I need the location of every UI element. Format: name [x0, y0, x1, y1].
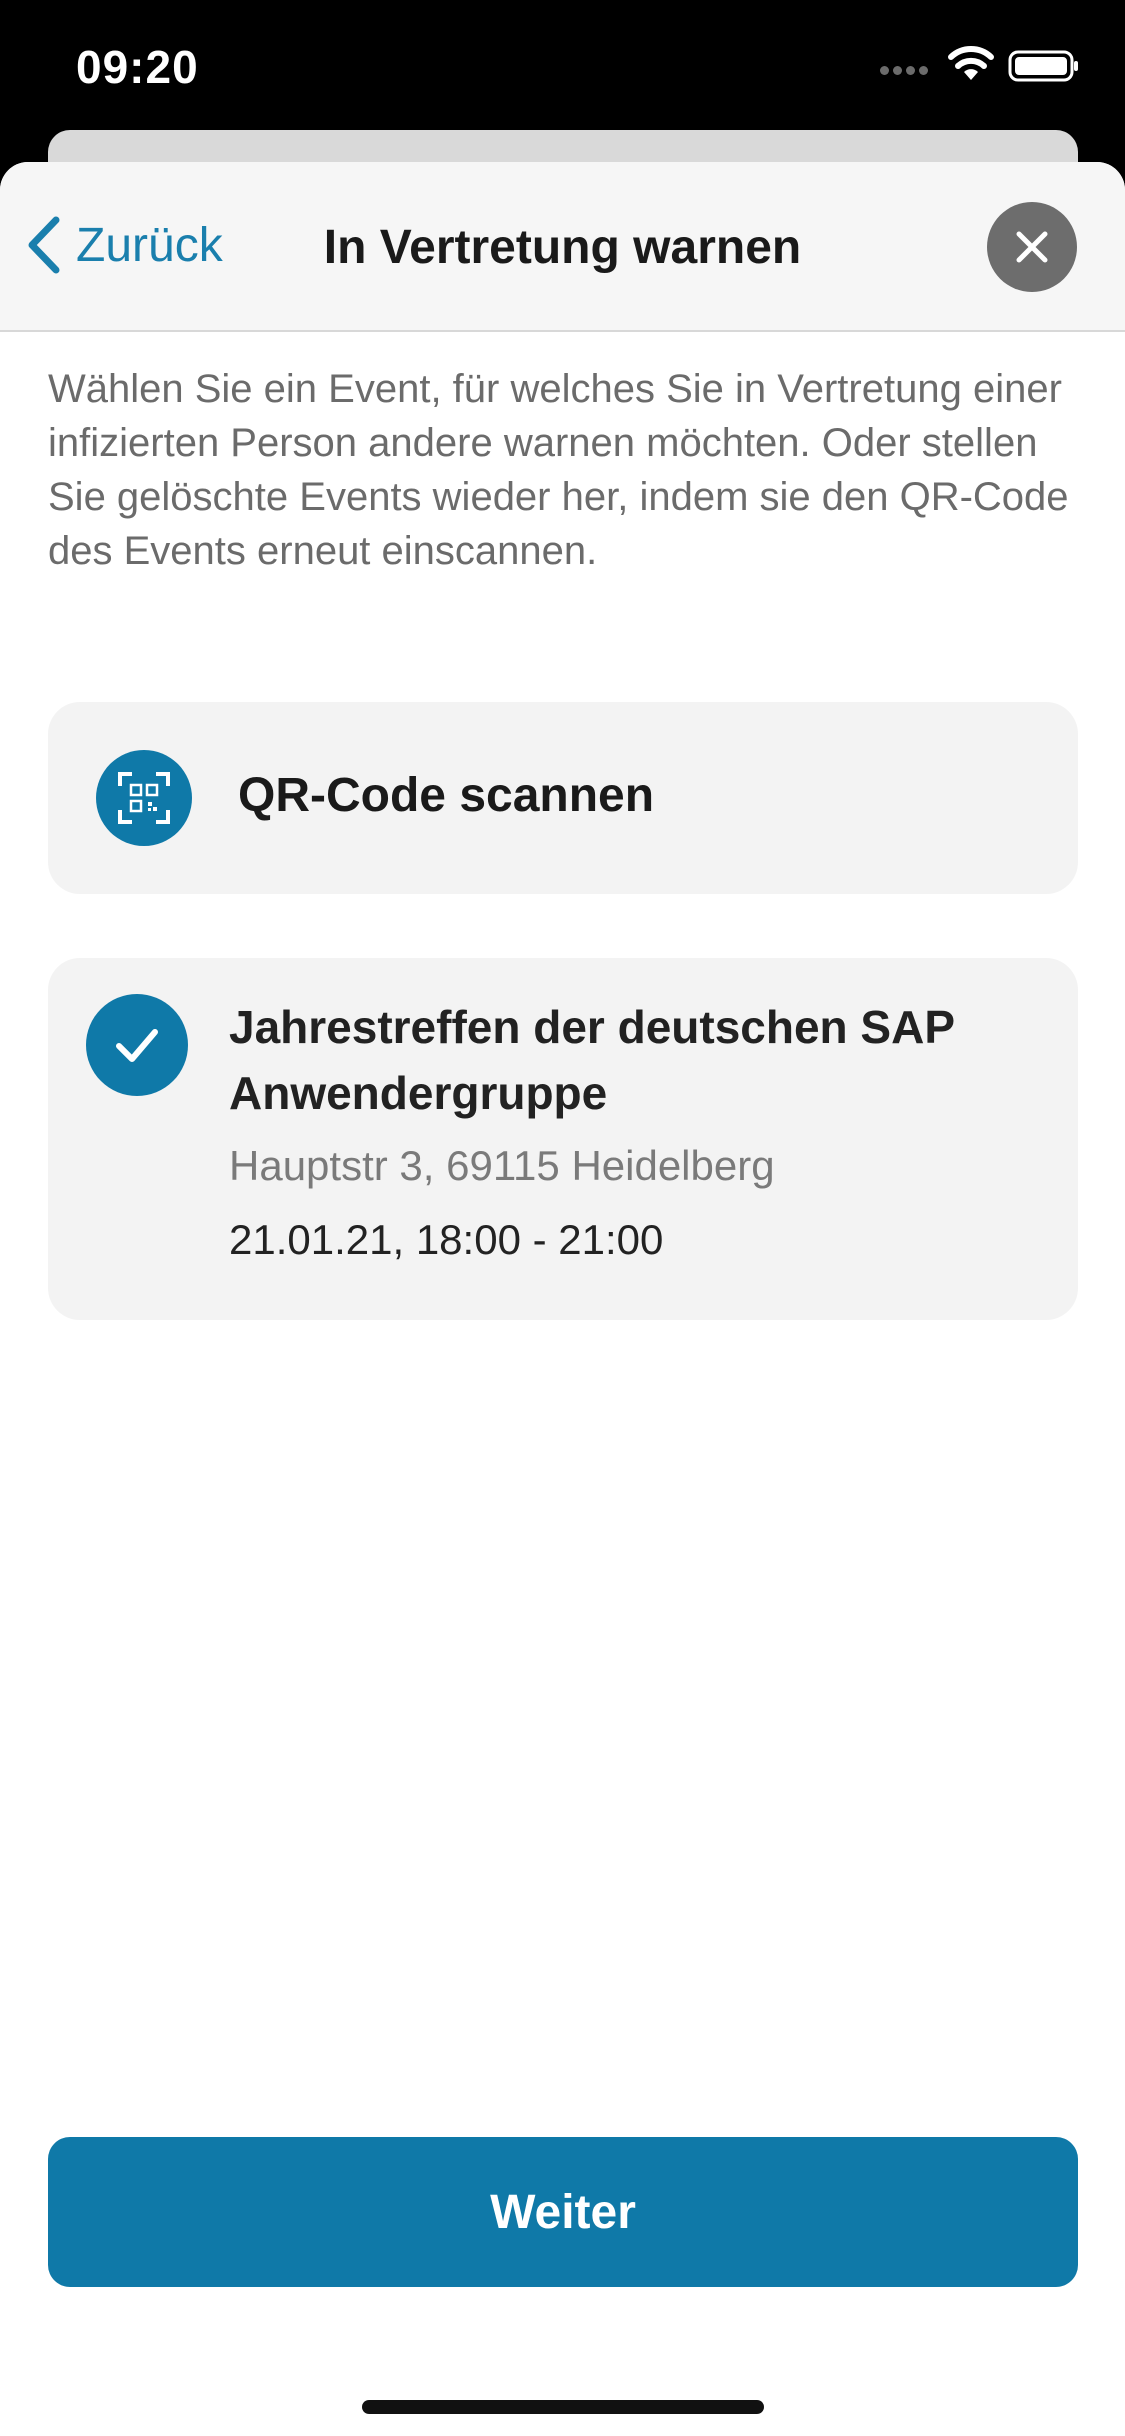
wifi-icon: [948, 46, 994, 80]
modal-sheet: Zurück In Vertretung warnen Wählen Sie e…: [0, 162, 1125, 2436]
close-button[interactable]: [987, 202, 1077, 292]
close-icon: [1016, 231, 1048, 263]
continue-label: Weiter: [490, 2185, 636, 2239]
event-time: 21.01.21, 18:00 - 21:00: [229, 1216, 664, 1263]
continue-button[interactable]: Weiter: [48, 2137, 1078, 2287]
qr-code-scan-button[interactable]: QR-Code scannen: [48, 702, 1078, 894]
page-title: In Vertretung warnen: [323, 221, 802, 274]
intro-text: Wählen Sie ein Event, für welches Sie in…: [48, 367, 1069, 573]
event-card[interactable]: Jahrestreffen der deutschen SAP Anwender…: [48, 958, 1078, 1320]
checkmark-icon: [86, 994, 188, 1096]
event-address: Hauptstr 3, 69115 Heidelberg: [229, 1142, 775, 1189]
status-time: 09:20: [76, 41, 199, 93]
status-bar: 09:20: [0, 0, 1125, 150]
qr-code-scan-icon: [96, 750, 192, 846]
qr-code-scan-label: QR-Code scannen: [238, 769, 655, 822]
event-title: Jahrestreffen der deutschen SAP Anwender…: [229, 1001, 955, 1119]
navigation-bar: Zurück In Vertretung warnen: [0, 162, 1125, 332]
home-indicator: [362, 2400, 764, 2414]
cellular-signal-icon: [880, 62, 932, 80]
battery-icon: [1008, 50, 1078, 82]
